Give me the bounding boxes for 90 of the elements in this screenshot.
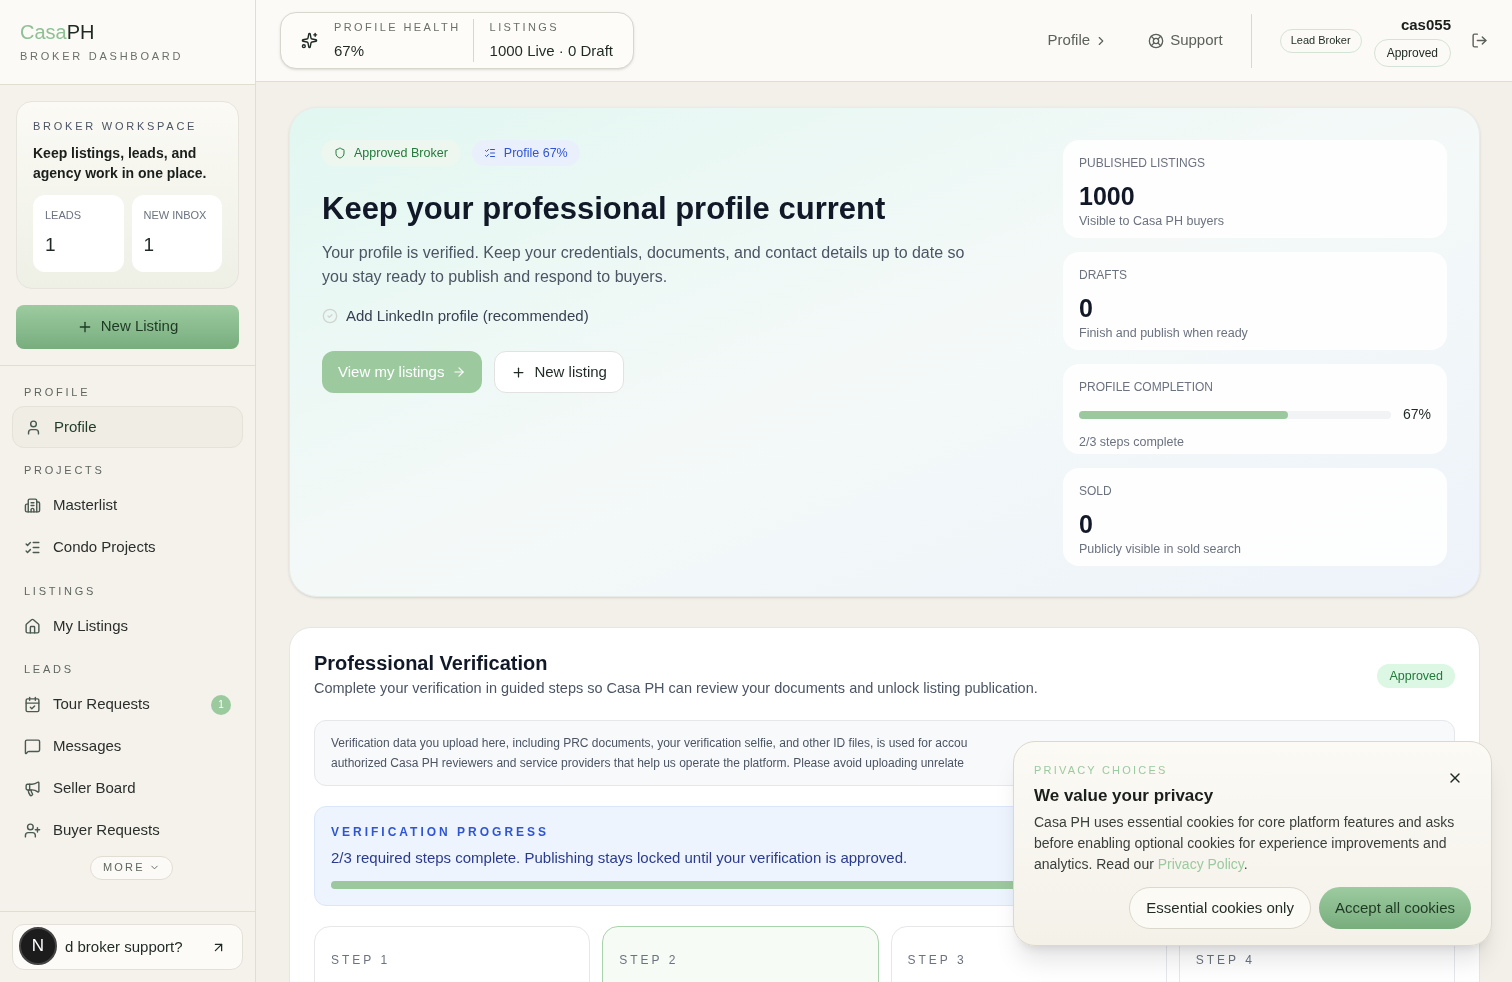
notice-line: Verification data you upload here, including PRC documents, your verification selfie, and other ID files, is used for accou (331, 734, 968, 752)
nav-label: Masterlist (53, 495, 119, 516)
count-badge: 1 (211, 694, 231, 715)
hero-badge: Profile 67% (471, 140, 580, 166)
status-badge: Approved (1377, 664, 1455, 688)
checklist-icon (24, 539, 41, 556)
nav-item[interactable]: My Listings (12, 605, 243, 647)
listings-label: LISTINGS (489, 20, 561, 35)
accept-cookies-button[interactable]: Accept all cookies (1318, 887, 1471, 929)
chat-bubble-icon (24, 738, 41, 755)
cookie-eyebrow: PRIVACY CHOICES (1034, 763, 1168, 778)
section-subtitle: Complete your verification in guided steps so Casa PH can review your documents and unlock listing publication. (314, 679, 1038, 698)
logout-icon[interactable] (1471, 32, 1488, 49)
step-card[interactable]: STEP 1 (314, 926, 591, 982)
essential-cookies-button[interactable]: Essential cookies only (1129, 887, 1311, 929)
megaphone-icon (24, 780, 41, 797)
nav-section-heading: LISTINGS (23, 583, 98, 599)
cookie-title: We value your privacy (1034, 784, 1215, 807)
stat-label: PROFILE COMPLETION (1079, 379, 1215, 396)
nav-label: Condo Projects (53, 537, 157, 558)
support-link[interactable]: Support (1148, 29, 1223, 52)
stat-value: 1 (143, 233, 156, 257)
nav-item[interactable]: Buyer Requests (12, 809, 243, 852)
nav-section-heading: PROJECTS (23, 463, 106, 478)
stat-note: Publicly visible in sold search (1079, 541, 1242, 558)
stat-note: Visible to Casa PH buyers (1079, 213, 1225, 230)
workspace-eyebrow: BROKER WORKSPACE (33, 119, 199, 134)
more-button[interactable]: MORE (90, 855, 173, 880)
nav-label: Tour Requests (53, 694, 151, 715)
person-icon (25, 418, 42, 436)
nav-label: Buyer Requests (53, 820, 161, 841)
stat-value: 1000 (1079, 181, 1136, 212)
hero-badge: Approved Broker (322, 140, 460, 166)
stat-label: LEADS (45, 207, 83, 223)
stat-label: NEW INBOX (143, 207, 208, 223)
stat-value: 0 (1079, 293, 1094, 324)
lifebuoy-icon (1148, 32, 1165, 49)
step-label: STEP 3 (907, 953, 967, 968)
stat-note: Finish and publish when ready (1079, 325, 1249, 342)
stat-value: 67% (1402, 405, 1431, 424)
stat-label: SOLD (1079, 483, 1113, 500)
nav-item[interactable]: Tour Requests 1 (12, 683, 243, 726)
progress-label: VERIFICATION PROGRESS (331, 823, 550, 841)
step-label: STEP 2 (619, 953, 679, 968)
step-card[interactable]: STEP 2 (602, 926, 879, 982)
nav-item[interactable]: Condo Projects (12, 526, 243, 569)
stat-label: DRAFTS (1079, 267, 1128, 284)
nav-item[interactable]: Masterlist (12, 484, 243, 527)
calendar-icon (24, 696, 41, 713)
person-plus-icon (24, 822, 41, 839)
health-value: 67% (334, 40, 366, 61)
cookie-text: Casa PH uses essential cookies for core platform features and asks before enabling optional cookies for experience improvements and analytics. Read our Privacy Policy. (1034, 813, 1456, 874)
nav-item[interactable]: Messages (12, 725, 243, 768)
nav-item[interactable]: Profile (12, 406, 243, 448)
house-icon (24, 617, 41, 635)
hero-title: Keep your professional profile current (322, 190, 887, 228)
check-circle-icon[interactable] (322, 307, 338, 324)
hero-text: Your profile is verified. Keep your credentials, documents, and contact details up to date so you stay ready to publish and respond to buyers. (322, 242, 966, 287)
stat-note: 2/3 steps complete (1079, 434, 1185, 451)
nav-label: My Listings (53, 615, 130, 636)
stat-value: 1 (45, 233, 57, 257)
new-listing-button[interactable]: New listing (494, 351, 624, 393)
nav-section-heading: PROFILE (23, 384, 92, 400)
nav-item[interactable]: Seller Board (12, 767, 243, 810)
listings-value: 1000 Live · 0 Draft (489, 40, 613, 61)
step-label: STEP 1 (331, 953, 391, 968)
progress-text: 2/3 required steps complete. Publishing stays locked until your verification is approved. (331, 847, 908, 868)
username: cas055 (1400, 15, 1451, 36)
building-icon (24, 497, 41, 514)
plus-icon (511, 364, 527, 380)
sparkles-icon (301, 32, 318, 49)
brand-subtitle: BROKER DASHBOARD (20, 49, 185, 64)
checklist-label: Add LinkedIn profile (recommended) (346, 305, 589, 326)
brand-logo[interactable]: CasaPH (20, 20, 235, 44)
nav-label: Seller Board (53, 778, 137, 799)
nav-label: Messages (53, 736, 123, 757)
profile-link[interactable]: Profile (1047, 29, 1109, 52)
notice-line: authorized Casa PH reviewers and service providers that help us operate the platform. Please avoid uploading unrelate (331, 754, 965, 772)
stat-value: 0 (1079, 509, 1094, 540)
nav-label: Profile (54, 416, 98, 437)
step-label: STEP 4 (1195, 953, 1255, 968)
nav-section-heading: LEADS (23, 662, 75, 677)
new-listing-button[interactable]: New Listing (16, 304, 239, 349)
arrow-right-icon (452, 365, 467, 379)
stat-label: PUBLISHED LISTINGS (1079, 155, 1207, 172)
section-title: Professional Verification (314, 651, 549, 676)
shield-icon (334, 147, 346, 159)
workspace-text: Keep listings, leads, and agency work in one place. (33, 143, 208, 183)
checklist-icon (483, 147, 496, 159)
health-label: PROFILE HEALTH (334, 20, 461, 35)
